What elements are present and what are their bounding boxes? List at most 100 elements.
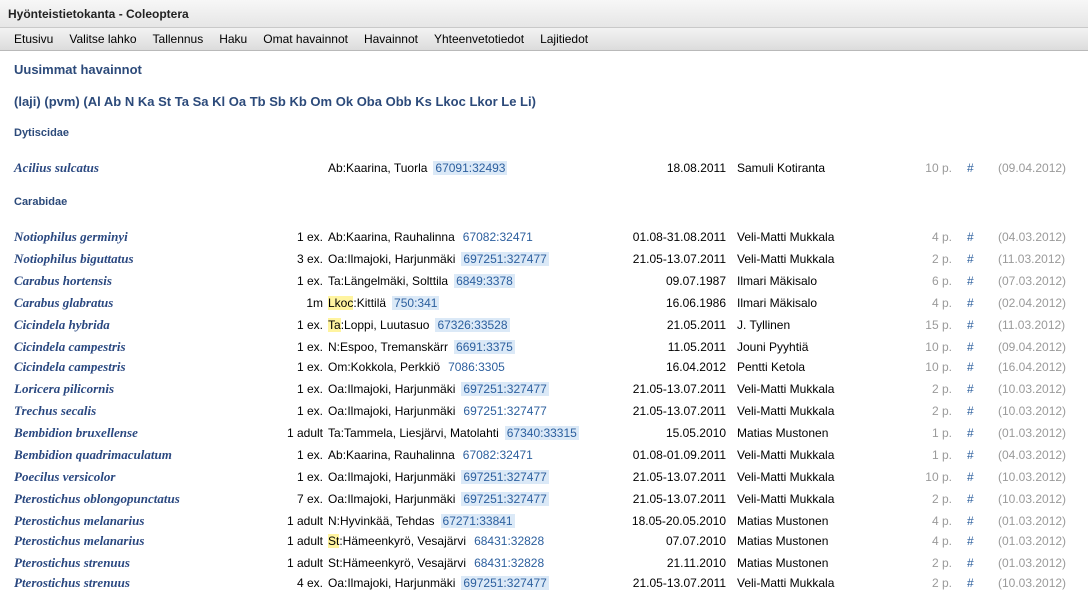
details-link[interactable]: #	[967, 249, 974, 269]
filter-link[interactable]: Kb	[289, 94, 306, 109]
observer-name: Ilmari Mäkisalo	[737, 296, 818, 310]
filter-link[interactable]: Sb	[269, 94, 286, 109]
details-link[interactable]: #	[967, 293, 974, 313]
species-link[interactable]: Pterostichus melanarius	[14, 511, 144, 531]
menu-valitse-lahko[interactable]: Valitse lahko	[61, 28, 144, 51]
filter-link[interactable]: Oa	[229, 94, 246, 109]
observation-row: Cicindela campestris 1 ex. N:Espoo, Treman…	[0, 337, 1088, 357]
added-date: (10.03.2012)	[998, 382, 1067, 396]
coordinate-link[interactable]: 68431:32828	[472, 556, 546, 570]
species-link[interactable]: Carabus hortensis	[14, 271, 112, 291]
coordinate-link[interactable]: 750:341	[392, 296, 440, 310]
location: Ab:Kaarina, Rauhalinna 67082:32471	[328, 227, 535, 247]
filter-link[interactable]: Tb	[250, 94, 266, 109]
menu-tallennus[interactable]: Tallennus	[145, 28, 212, 51]
coordinate-link[interactable]: 697251:327477	[461, 492, 549, 506]
filter-link[interactable]: Ta	[175, 94, 189, 109]
added-date: (10.03.2012)	[998, 470, 1067, 484]
filter-link[interactable]: Lkoc	[435, 94, 465, 109]
species-link[interactable]: Pterostichus strenuus	[14, 573, 130, 593]
place-name: :Ilmajoki, Harjunmäki	[344, 576, 456, 590]
menu-yhteenvetotiedot[interactable]: Yhteenvetotiedot	[426, 28, 532, 51]
coordinate-link[interactable]: 67082:32471	[461, 448, 535, 462]
menu-omat-havainnot[interactable]: Omat havainnot	[255, 28, 356, 51]
details-link[interactable]: #	[967, 401, 974, 421]
filter-link[interactable]: Li)	[520, 94, 536, 109]
species-link[interactable]: Acilius sulcatus	[14, 158, 99, 178]
coordinate-link[interactable]: 6849:3378	[454, 274, 515, 288]
coordinate-link[interactable]: 697251:327477	[461, 382, 549, 396]
coordinate-link[interactable]: 7086:3305	[446, 360, 507, 374]
species-link[interactable]: Cicindela hybrida	[14, 315, 110, 335]
species-link[interactable]: Notiophilus germinyi	[14, 227, 128, 247]
filter-link[interactable]: Le	[501, 94, 516, 109]
filter-link[interactable]: Kl	[212, 94, 225, 109]
coordinate-link[interactable]: 697251:327477	[461, 576, 549, 590]
filter-link[interactable]: Ab	[104, 94, 121, 109]
species-link[interactable]: Bembidion bruxellense	[14, 423, 138, 443]
filter-link[interactable]: Sa	[193, 94, 209, 109]
filter-link[interactable]: (Al	[83, 94, 100, 109]
coordinate-link[interactable]: 67271:33841	[440, 514, 515, 528]
coordinate-link[interactable]: 67326:33528	[435, 318, 510, 332]
details-link[interactable]: #	[967, 271, 974, 291]
province-code: Oa	[328, 252, 345, 266]
coordinate-link[interactable]: 67091:32493	[433, 161, 508, 175]
province-code: Oa	[328, 470, 345, 484]
coordinate-link[interactable]: 67340:33315	[504, 426, 579, 440]
species-link[interactable]: Pterostichus oblongopunctatus	[14, 489, 180, 509]
filter-link[interactable]: Om	[310, 94, 332, 109]
coordinate-link[interactable]: 68431:32828	[472, 534, 546, 548]
observation-row: Notiophilus germinyi 1 ex. Ab:Kaarina, Rau…	[0, 227, 1088, 247]
details-link[interactable]: #	[967, 489, 974, 509]
filter-link[interactable]: Ok	[336, 94, 353, 109]
filter-link[interactable]: St	[158, 94, 171, 109]
observer-name: Pentti Ketola	[737, 360, 806, 374]
species-link[interactable]: Bembidion quadrimaculatum	[14, 445, 172, 465]
points-value: 2 p.	[931, 556, 952, 570]
coordinate-link[interactable]: 6691:3375	[454, 340, 515, 354]
filter-link[interactable]: Ka	[138, 94, 155, 109]
coordinate-link[interactable]: 67082:32471	[461, 230, 535, 244]
filter-link[interactable]: N	[125, 94, 134, 109]
menu-haku[interactable]: Haku	[211, 28, 255, 51]
species-link[interactable]: Loricera pilicornis	[14, 379, 114, 399]
specimen-count: 1 ex.	[296, 360, 323, 374]
details-link[interactable]: #	[967, 227, 974, 247]
filter-link[interactable]: Oba	[357, 94, 382, 109]
species-link[interactable]: Poecilus versicolor	[14, 467, 115, 487]
details-link[interactable]: #	[967, 379, 974, 399]
details-link[interactable]: #	[967, 357, 974, 377]
species-link[interactable]: Cicindela campestris	[14, 357, 126, 377]
added-date: (11.03.2012)	[998, 318, 1066, 332]
details-link[interactable]: #	[967, 553, 974, 573]
details-link[interactable]: #	[967, 467, 974, 487]
coordinate-link[interactable]: 697251:327477	[461, 404, 548, 418]
details-link[interactable]: #	[967, 445, 974, 465]
filter-link[interactable]: Lkor	[469, 94, 497, 109]
filter-link[interactable]: Ks	[415, 94, 432, 109]
filter-link[interactable]: Obb	[386, 94, 412, 109]
details-link[interactable]: #	[967, 337, 974, 357]
menu-etusivu[interactable]: Etusivu	[6, 28, 61, 51]
species-link[interactable]: Notiophilus biguttatus	[14, 249, 134, 269]
species-link[interactable]: Pterostichus melanarius	[14, 531, 144, 551]
species-link[interactable]: Trechus secalis	[14, 401, 96, 421]
menu-lajitiedot[interactable]: Lajitiedot	[532, 28, 596, 51]
details-link[interactable]: #	[967, 423, 974, 443]
details-link[interactable]: #	[967, 573, 974, 593]
details-link[interactable]: #	[967, 511, 974, 531]
details-link[interactable]: #	[967, 315, 974, 335]
species-link[interactable]: Cicindela campestris	[14, 337, 126, 357]
details-link[interactable]: #	[967, 531, 974, 551]
filter-link[interactable]: (pvm)	[44, 94, 79, 109]
points-value: 6 p.	[931, 274, 952, 288]
menu-havainnot[interactable]: Havainnot	[356, 28, 426, 51]
species-link[interactable]: Carabus glabratus	[14, 293, 113, 313]
filter-link[interactable]: (laji)	[14, 94, 41, 109]
coordinate-link[interactable]: 697251:327477	[461, 470, 549, 484]
coordinate-link[interactable]: 697251:327477	[461, 252, 549, 266]
species-link[interactable]: Pterostichus strenuus	[14, 553, 130, 573]
observation-row: Poecilus versicolor 1 ex. Oa:Ilmajoki, Har…	[0, 467, 1088, 487]
details-link[interactable]: #	[967, 158, 974, 178]
